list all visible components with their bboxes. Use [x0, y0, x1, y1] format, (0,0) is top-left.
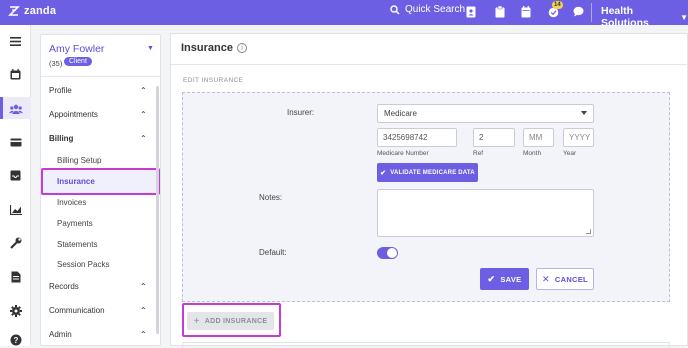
topbar-divider: [591, 3, 592, 22]
contacts-icon[interactable]: [466, 6, 476, 18]
divider: [171, 64, 688, 65]
validate-label: VALIDATE MEDICARE DATA: [390, 169, 475, 176]
chevron-up-icon[interactable]: ⌃: [140, 282, 147, 291]
nav-section-communication[interactable]: Communication: [49, 306, 105, 315]
chevron-up-icon[interactable]: ⌃: [140, 134, 147, 143]
panel-scrollbar[interactable]: [156, 86, 159, 334]
chevron-up-icon[interactable]: ⌃: [140, 110, 147, 119]
caret-down-icon: [581, 111, 587, 115]
section-label: EDIT INSURANCE: [183, 77, 244, 84]
logo-text: zanda: [24, 5, 57, 17]
ref-value: 2: [479, 133, 484, 142]
notes-label: Notes:: [259, 193, 283, 202]
nav-section-appointments[interactable]: Appointments: [49, 110, 98, 119]
nav-item-billing-setup[interactable]: Billing Setup: [57, 156, 101, 165]
settings-icon[interactable]: [8, 303, 23, 318]
highlight-box-insurance: [41, 168, 160, 195]
insurance-record-card: [182, 342, 670, 348]
chevron-down-icon: ▼: [680, 12, 688, 22]
check-icon: ✔: [487, 273, 496, 284]
calendar-icon[interactable]: [521, 6, 531, 18]
month-label: Month: [523, 150, 542, 157]
quick-search-button[interactable]: Quick Search: [390, 4, 465, 15]
page-title: Insurance i: [181, 42, 247, 54]
svg-text:?: ?: [13, 336, 18, 345]
ref-input[interactable]: 2: [473, 128, 515, 147]
add-insurance-label: ADD INSURANCE: [204, 317, 268, 325]
nav-item-invoices[interactable]: Invoices: [57, 198, 86, 207]
tasks-count-badge: 14: [552, 1, 563, 9]
validate-medicare-button[interactable]: ✔ VALIDATE MEDICARE DATA: [377, 163, 478, 182]
check-icon: ✔: [380, 169, 387, 177]
notes-textarea[interactable]: [377, 189, 594, 237]
nav-item-statements[interactable]: Statements: [57, 240, 97, 249]
quick-search-label: Quick Search: [405, 4, 466, 15]
reports-icon[interactable]: [8, 202, 23, 217]
year-label: Year: [563, 150, 577, 157]
chat-icon[interactable]: [573, 6, 584, 17]
insurer-label: Insurer:: [287, 108, 315, 117]
medicare-number-label: Medicare Number: [377, 150, 429, 157]
search-icon: [390, 4, 400, 15]
cancel-label: CANCEL: [554, 274, 588, 284]
calendar-icon[interactable]: [8, 67, 23, 82]
default-label: Default:: [259, 248, 287, 257]
insurance-panel: Insurance i EDIT INSURANCE Insurer: Medi…: [170, 33, 688, 348]
help-icon[interactable]: ?: [8, 332, 23, 347]
year-input[interactable]: YYYY: [563, 128, 594, 147]
chevron-down-icon[interactable]: ▼: [147, 45, 154, 52]
ref-label: Ref: [473, 150, 484, 157]
left-rail: ?: [0, 25, 31, 346]
year-placeholder: YYYY: [569, 133, 591, 142]
edit-insurance-form: Insurer: Medicare 3425698742 Medicare Nu…: [182, 92, 670, 302]
save-label: SAVE: [500, 274, 522, 284]
save-button[interactable]: ✔ SAVE: [480, 268, 529, 290]
billing-icon[interactable]: [8, 135, 23, 150]
default-toggle[interactable]: [377, 247, 398, 259]
nav-section-records[interactable]: Records: [49, 282, 79, 291]
cancel-button[interactable]: ✕ CANCEL: [536, 268, 594, 290]
month-input[interactable]: MM: [523, 128, 554, 147]
clipboard-icon[interactable]: [495, 6, 505, 18]
plus-icon: +: [193, 315, 200, 327]
nav-item-payments[interactable]: Payments: [57, 219, 93, 228]
month-placeholder: MM: [529, 133, 543, 142]
page-title-text: Insurance: [181, 42, 233, 54]
zanda-logo-icon: [8, 6, 20, 16]
tools-icon[interactable]: [8, 235, 23, 250]
nav-section-billing[interactable]: Billing: [49, 134, 73, 143]
divider: [41, 76, 160, 77]
nav-item-session-packs[interactable]: Session Packs: [57, 260, 109, 269]
client-age: (35): [49, 59, 63, 68]
chevron-up-icon[interactable]: ⌃: [140, 86, 147, 95]
chevron-up-icon[interactable]: ⌃: [140, 330, 147, 339]
top-bar: zanda Quick Search 14 Health Solutions ▼: [0, 0, 688, 29]
add-insurance-button[interactable]: + ADD INSURANCE: [187, 312, 274, 330]
nav-section-profile[interactable]: Profile: [49, 86, 72, 95]
inbox-icon[interactable]: [8, 168, 23, 183]
client-panel: Amy Fowler ▼ (35) Client Profile ⌃ Appoi…: [40, 34, 161, 346]
insurer-select[interactable]: Medicare: [377, 104, 594, 123]
document-icon[interactable]: [8, 269, 23, 284]
medicare-number-value: 3425698742: [383, 133, 428, 142]
close-icon: ✕: [542, 273, 550, 284]
client-name[interactable]: Amy Fowler: [49, 43, 104, 55]
highlight-box-add-insurance: + ADD INSURANCE: [182, 303, 281, 337]
info-icon[interactable]: i: [236, 43, 247, 53]
chevron-up-icon[interactable]: ⌃: [140, 306, 147, 315]
toggle-knob: [387, 248, 397, 258]
org-name: Health Solutions: [601, 5, 649, 29]
clients-icon[interactable]: [8, 101, 23, 116]
insurer-value: Medicare: [384, 109, 417, 118]
resize-grip-icon[interactable]: [586, 229, 591, 234]
nav-section-admin[interactable]: Admin: [49, 330, 72, 339]
zanda-logo[interactable]: zanda: [7, 4, 56, 18]
menu-icon[interactable]: [8, 34, 23, 49]
client-badge: Client: [64, 57, 92, 66]
org-switcher[interactable]: Health Solutions ▼: [601, 5, 688, 29]
medicare-number-input[interactable]: 3425698742: [377, 128, 457, 147]
